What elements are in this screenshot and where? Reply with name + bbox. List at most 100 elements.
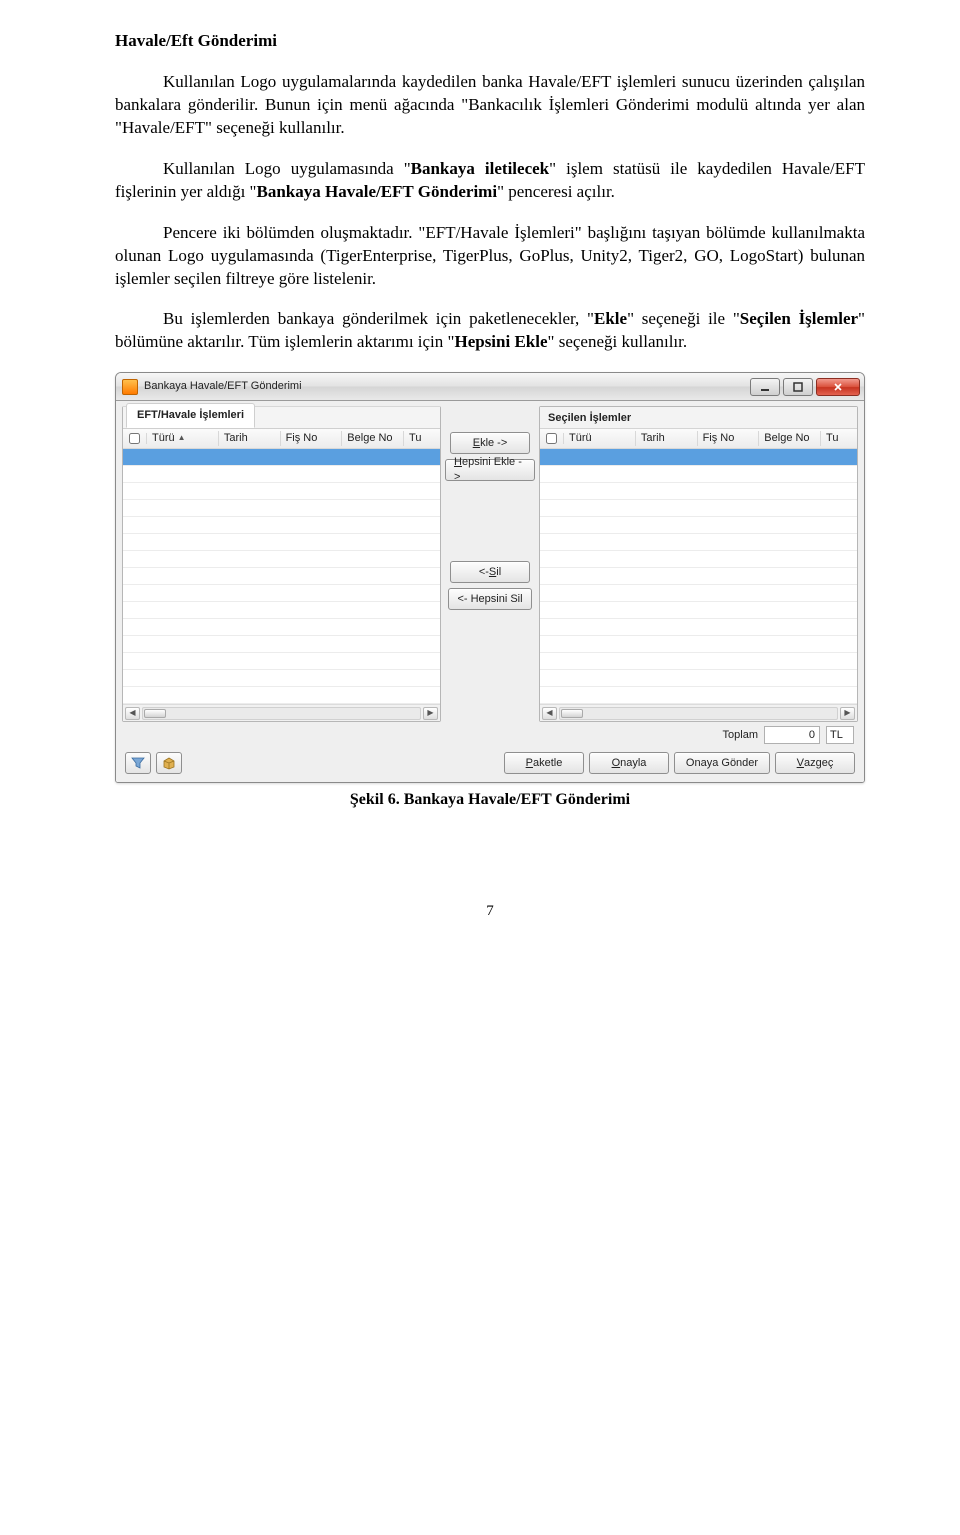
- maximize-button[interactable]: [783, 378, 813, 396]
- table-row[interactable]: [123, 687, 440, 704]
- btn-text: <-: [479, 565, 489, 580]
- col-fisno[interactable]: Fiş No: [698, 431, 760, 446]
- col-tu[interactable]: Tu: [404, 431, 440, 446]
- minimize-icon: [760, 382, 770, 392]
- table-row[interactable]: [540, 585, 857, 602]
- scroll-left-icon[interactable]: ◀: [125, 707, 140, 720]
- paragraph-3: Pencere iki bölümden oluşmaktadır. "EFT/…: [115, 222, 865, 291]
- package-icon-button[interactable]: [156, 752, 182, 774]
- bold-text: Seçilen İşlemler: [740, 309, 858, 328]
- left-h-scrollbar[interactable]: ◀ ▶: [123, 704, 440, 721]
- btn-text: epsini Ekle ->: [454, 456, 522, 483]
- text: Kullanılan Logo uygulamasında ": [163, 159, 411, 178]
- table-row[interactable]: [123, 670, 440, 687]
- text: " seçeneği ile ": [627, 309, 740, 328]
- table-row[interactable]: [540, 534, 857, 551]
- bottom-toolbar: Paketle Onayla Onaya Gönder Vazgeç: [122, 750, 858, 776]
- table-row[interactable]: [123, 619, 440, 636]
- table-row[interactable]: [123, 602, 440, 619]
- paragraph-4: Bu işlemlerden bankaya gönderilmek için …: [115, 308, 865, 354]
- col-tarih[interactable]: Tarih: [636, 431, 698, 446]
- titlebar[interactable]: Bankaya Havale/EFT Gönderimi: [116, 373, 864, 401]
- table-row[interactable]: [540, 670, 857, 687]
- close-button[interactable]: [816, 378, 860, 396]
- right-grid-rows[interactable]: [540, 449, 857, 704]
- close-icon: [833, 382, 843, 392]
- left-tab[interactable]: EFT/Havale İşlemleri: [126, 403, 255, 428]
- col-fisno[interactable]: Fiş No: [281, 431, 343, 446]
- table-row[interactable]: [540, 653, 857, 670]
- table-row[interactable]: [540, 636, 857, 653]
- scroll-thumb[interactable]: [144, 709, 166, 718]
- table-row[interactable]: [540, 619, 857, 636]
- table-row[interactable]: [540, 568, 857, 585]
- totals-row: Toplam 0 TL: [122, 722, 858, 750]
- sort-asc-icon: ▲: [178, 433, 186, 444]
- scroll-left-icon[interactable]: ◀: [542, 707, 557, 720]
- col-belgeno[interactable]: Belge No: [342, 431, 404, 446]
- table-row[interactable]: [540, 449, 857, 466]
- add-button[interactable]: Ekle ->: [450, 432, 530, 454]
- table-row[interactable]: [540, 500, 857, 517]
- btn-text: <- Hepsini Sil: [457, 592, 522, 607]
- btn-text: il: [496, 565, 501, 580]
- table-row[interactable]: [123, 483, 440, 500]
- table-row[interactable]: [123, 466, 440, 483]
- col-turu[interactable]: Türü: [564, 431, 636, 446]
- onaya-gonder-button[interactable]: Onaya Gönder: [674, 752, 770, 774]
- col-turu[interactable]: Türü▲: [147, 431, 219, 446]
- window-title: Bankaya Havale/EFT Gönderimi: [144, 379, 302, 394]
- table-row[interactable]: [540, 517, 857, 534]
- vazgec-button[interactable]: Vazgeç: [775, 752, 855, 774]
- table-row[interactable]: [123, 551, 440, 568]
- paketle-button[interactable]: Paketle: [504, 752, 584, 774]
- table-row[interactable]: [123, 500, 440, 517]
- table-row[interactable]: [540, 602, 857, 619]
- scroll-right-icon[interactable]: ▶: [423, 707, 438, 720]
- text: " penceresi açılır.: [497, 182, 615, 201]
- right-column-header: Türü Tarih Fiş No Belge No Tu: [540, 429, 857, 449]
- table-row[interactable]: [123, 636, 440, 653]
- remove-button[interactable]: <- Sil: [450, 561, 530, 583]
- add-all-button[interactable]: Hepsini Ekle ->: [445, 459, 535, 481]
- text: Bu işlemlerden bankaya gönderilmek için …: [163, 309, 594, 328]
- table-row[interactable]: [123, 653, 440, 670]
- onayla-button[interactable]: Onayla: [589, 752, 669, 774]
- bold-text: Hepsini Ekle: [454, 332, 547, 351]
- section-heading: Havale/Eft Gönderimi: [115, 30, 865, 53]
- maximize-icon: [793, 382, 803, 392]
- app-icon: [122, 379, 138, 395]
- bold-text: Bankaya Havale/EFT Gönderimi: [257, 182, 498, 201]
- table-row[interactable]: [540, 466, 857, 483]
- table-row[interactable]: [540, 551, 857, 568]
- col-belgeno[interactable]: Belge No: [759, 431, 821, 446]
- checkbox-header[interactable]: [540, 433, 564, 444]
- figure-caption: Şekil 6. Bankaya Havale/EFT Gönderimi: [115, 789, 865, 811]
- checkbox-header[interactable]: [123, 433, 147, 444]
- table-row[interactable]: [540, 687, 857, 704]
- col-tarih[interactable]: Tarih: [219, 431, 281, 446]
- remove-all-button[interactable]: <- Hepsini Sil: [448, 588, 531, 610]
- text: " seçeneği kullanılır.: [548, 332, 688, 351]
- table-row[interactable]: [540, 483, 857, 500]
- table-row[interactable]: [123, 534, 440, 551]
- transfer-buttons: Ekle -> Hepsini Ekle -> <- Sil <- Hepsin…: [445, 406, 535, 610]
- minimize-button[interactable]: [750, 378, 780, 396]
- scroll-thumb[interactable]: [561, 709, 583, 718]
- paragraph-2: Kullanılan Logo uygulamasında "Bankaya i…: [115, 158, 865, 204]
- table-row[interactable]: [123, 449, 440, 466]
- table-row[interactable]: [123, 517, 440, 534]
- table-row[interactable]: [123, 585, 440, 602]
- filter-icon: [131, 756, 145, 770]
- filter-button[interactable]: [125, 752, 151, 774]
- totals-label: Toplam: [723, 728, 758, 743]
- bold-text: Ekle: [594, 309, 627, 328]
- app-window: Bankaya Havale/EFT Gönderimi EFT/Havale …: [115, 372, 865, 783]
- col-tu[interactable]: Tu: [821, 431, 857, 446]
- left-grid-rows[interactable]: [123, 449, 440, 704]
- scroll-right-icon[interactable]: ▶: [840, 707, 855, 720]
- totals-value: 0: [764, 726, 820, 744]
- table-row[interactable]: [123, 568, 440, 585]
- right-h-scrollbar[interactable]: ◀ ▶: [540, 704, 857, 721]
- bold-text: Bankaya iletilecek: [411, 159, 549, 178]
